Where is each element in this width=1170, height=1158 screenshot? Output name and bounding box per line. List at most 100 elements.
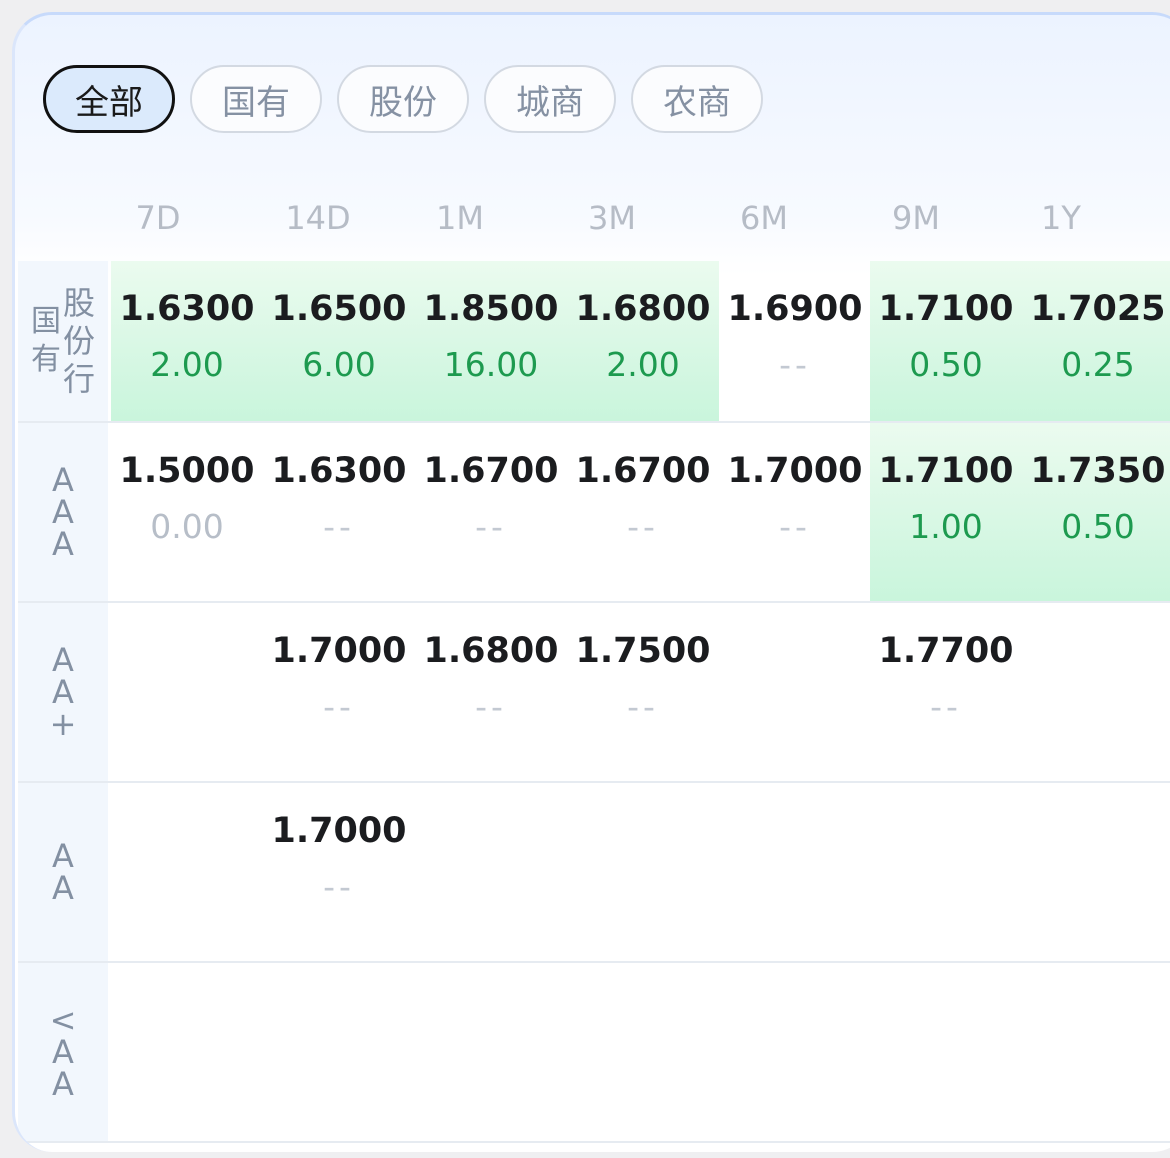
quote-price: 1.6700 [575, 451, 711, 491]
quote-price: 1.6300 [271, 451, 407, 491]
quote-price: 1.6500 [271, 289, 407, 329]
row-label-text: < A A [49, 1001, 77, 1103]
quote-cell [719, 783, 871, 961]
quote-cell[interactable]: 1.6300 -- [263, 423, 415, 601]
quote-price: 1.7100 [878, 289, 1014, 329]
quote-volume: -- [475, 687, 507, 726]
quote-volume: 16.00 [443, 345, 539, 384]
quote-cell [415, 963, 567, 1141]
quote-volume: -- [323, 507, 355, 546]
quote-cell[interactable]: 1.5000 0.00 [111, 423, 263, 601]
filter-chip-state-owned[interactable]: 国有 [190, 65, 322, 133]
quote-price: 1.8500 [423, 289, 559, 329]
grid-row[interactable]: A A + 1.7000 -- 1.6800 -- 1.7500 -- 1.7700 -- [18, 603, 1170, 783]
row-label: A A + [18, 603, 108, 781]
quote-cell[interactable]: 1.6800 -- [415, 603, 567, 781]
quote-price: 1.5000 [119, 451, 255, 491]
row-label-text: A A + [49, 641, 77, 743]
quote-cell[interactable]: 1.6500 6.00 [263, 261, 415, 421]
quote-price: 1.7000 [271, 811, 407, 851]
quote-volume: -- [930, 687, 962, 726]
row-label: AAA [18, 423, 108, 601]
quote-price: 1.6900 [727, 289, 863, 329]
quote-volume: -- [627, 507, 659, 546]
quote-cell[interactable]: 1.7700 -- [870, 603, 1022, 781]
quote-price: 1.7025 [1030, 289, 1166, 329]
quote-grid: 国有股份行 1.6300 2.00 1.6500 6.00 1.8500 16.00 1.68… [18, 261, 1170, 1143]
quote-volume: 1.00 [909, 507, 983, 546]
quote-price: 1.7700 [878, 631, 1014, 671]
grid-row[interactable]: 国有股份行 1.6300 2.00 1.6500 6.00 1.8500 16.00 1.68… [18, 261, 1170, 423]
quote-price: 1.7000 [727, 451, 863, 491]
row-label: < A A [18, 963, 108, 1141]
quote-cell[interactable]: 1.7100 1.00 [870, 423, 1022, 601]
quote-volume: -- [779, 345, 811, 384]
quote-volume: 0.25 [1061, 345, 1135, 384]
quote-cell[interactable]: 1.6700 -- [567, 423, 719, 601]
quote-cell [870, 783, 1022, 961]
quote-cell[interactable]: 1.7350 0.50 [1022, 423, 1170, 601]
tenor-9m: 9M [892, 199, 940, 237]
quote-cell[interactable]: 1.7025 0.25 [1022, 261, 1170, 421]
quote-cell[interactable]: 1.6800 2.00 [567, 261, 719, 421]
quote-price: 1.7100 [878, 451, 1014, 491]
row-label-text: AAA [52, 461, 74, 563]
quote-cell[interactable]: 1.7500 -- [567, 603, 719, 781]
filter-chip-rural-commercial[interactable]: 农商 [631, 65, 763, 133]
quote-volume: 6.00 [302, 345, 376, 384]
quote-cell[interactable]: 1.6300 2.00 [111, 261, 263, 421]
quote-volume: -- [323, 867, 355, 906]
quote-cell [870, 963, 1022, 1141]
grid-row[interactable]: A A A 1.5000 0.00 1.6300 -- 1.6700 -- 1.6700 -- 1.7… [18, 423, 1170, 603]
quote-volume: -- [323, 687, 355, 726]
quote-price: 1.7350 [1030, 451, 1166, 491]
quote-price: 1.6800 [575, 289, 711, 329]
quote-card: 全部 国有 股份 城商 农商 7D 14D 1M 3M 6M 9M 1Y 国有股… [12, 12, 1170, 1152]
row-label: AA [18, 783, 108, 961]
quote-cell[interactable]: 1.6700 -- [415, 423, 567, 601]
tenor-3m: 3M [588, 199, 636, 237]
quote-cell [1022, 963, 1170, 1141]
quote-cell [111, 783, 263, 961]
quote-volume: 0.50 [909, 345, 983, 384]
quote-volume: 2.00 [150, 345, 224, 384]
quote-cell [111, 603, 263, 781]
filter-chip-all[interactable]: 全部 [43, 65, 175, 133]
tenor-header: 7D 14D 1M 3M 6M 9M 1Y [15, 199, 1170, 259]
quote-cell [415, 783, 567, 961]
quote-price: 1.6300 [119, 289, 255, 329]
quote-cell [111, 963, 263, 1141]
tenor-6m: 6M [740, 199, 788, 237]
row-label-text: AA [52, 837, 74, 907]
quote-volume: -- [627, 687, 659, 726]
tenor-1y: 1Y [1041, 199, 1081, 237]
grid-row[interactable]: A A 1.7000 -- [18, 783, 1170, 963]
tenor-1m: 1M [436, 199, 484, 237]
quote-volume: 0.00 [150, 507, 224, 546]
quote-cell[interactable]: 1.8500 16.00 [415, 261, 567, 421]
quote-price: 1.6700 [423, 451, 559, 491]
tenor-7d: 7D [135, 199, 181, 237]
quote-volume: -- [475, 507, 507, 546]
quote-cell[interactable]: 1.7100 0.50 [870, 261, 1022, 421]
quote-volume: 0.50 [1061, 507, 1135, 546]
quote-cell [567, 963, 719, 1141]
grid-row[interactable]: < A A [18, 963, 1170, 1143]
quote-cell[interactable]: 1.7000 -- [263, 783, 415, 961]
row-label: 国有股份行 [18, 261, 108, 421]
quote-cell [263, 963, 415, 1141]
quote-price: 1.7500 [575, 631, 711, 671]
quote-cell[interactable]: 1.7000 -- [719, 423, 871, 601]
row-label-left: 国有 [30, 304, 61, 377]
quote-cell[interactable]: 1.6900 -- [719, 261, 871, 421]
quote-cell[interactable]: 1.7000 -- [263, 603, 415, 781]
quote-volume: -- [779, 507, 811, 546]
quote-volume: 2.00 [606, 345, 680, 384]
row-label-right: 股份行 [62, 284, 95, 398]
filter-chip-joint-stock[interactable]: 股份 [337, 65, 469, 133]
quote-cell [1022, 783, 1170, 961]
quote-cell [719, 963, 871, 1141]
tenor-14d: 14D [285, 199, 351, 237]
filter-chip-city-commercial[interactable]: 城商 [484, 65, 616, 133]
quote-price: 1.6800 [423, 631, 559, 671]
